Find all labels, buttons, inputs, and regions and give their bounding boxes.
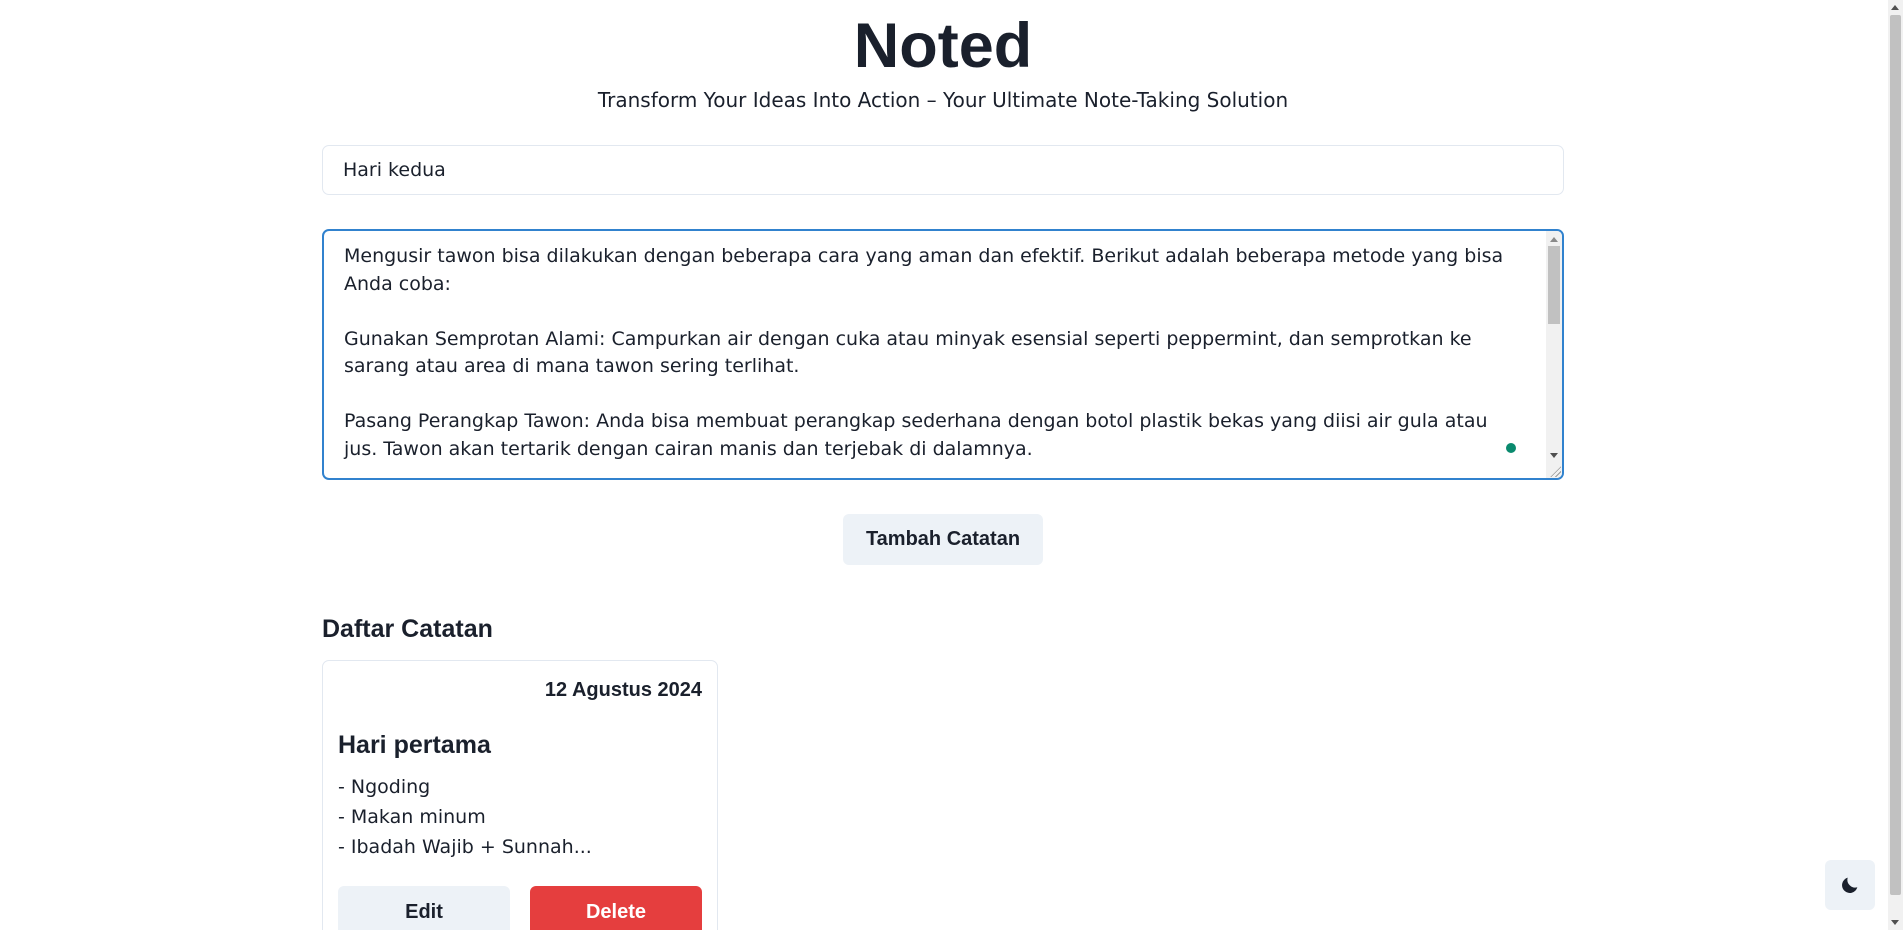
note-body-field[interactable]: Mengusir tawon bisa dilakukan dengan beb… <box>322 229 1564 480</box>
delete-note-button[interactable]: Delete <box>530 886 702 930</box>
textarea-scroll-thumb[interactable] <box>1548 246 1560 324</box>
scroll-down-arrow-icon[interactable] <box>1550 453 1558 458</box>
app-tagline: Transform Your Ideas Into Action – Your … <box>597 88 1289 112</box>
note-body-textarea[interactable]: Mengusir tawon bisa dilakukan dengan beb… <box>324 231 1546 478</box>
grammar-checker-icon[interactable] <box>1506 443 1516 453</box>
edit-note-button[interactable]: Edit <box>338 886 510 930</box>
page-scroll-thumb[interactable] <box>1890 15 1901 895</box>
page-scroll-up-icon[interactable] <box>1891 5 1899 10</box>
notes-list-heading: Daftar Catatan <box>322 615 493 643</box>
scroll-up-arrow-icon[interactable] <box>1550 237 1558 242</box>
moon-icon <box>1842 877 1858 893</box>
page-scrollbar[interactable] <box>1888 0 1903 930</box>
add-note-button[interactable]: Tambah Catatan <box>843 514 1043 565</box>
note-body: - Ngoding - Makan minum - Ibadah Wajib +… <box>338 776 592 858</box>
note-title: Hari pertama <box>338 731 491 759</box>
note-date: 12 Agustus 2024 <box>544 679 702 701</box>
textarea-scrollbar[interactable] <box>1546 231 1562 478</box>
app-title: Noted <box>853 11 1033 81</box>
note-title-input[interactable] <box>322 145 1564 195</box>
note-card: 12 Agustus 2024 Hari pertama - Ngoding -… <box>322 660 718 930</box>
page-scroll-down-icon[interactable] <box>1891 920 1899 925</box>
resize-grip-icon[interactable] <box>1549 465 1561 477</box>
theme-toggle-button[interactable] <box>1825 860 1875 910</box>
